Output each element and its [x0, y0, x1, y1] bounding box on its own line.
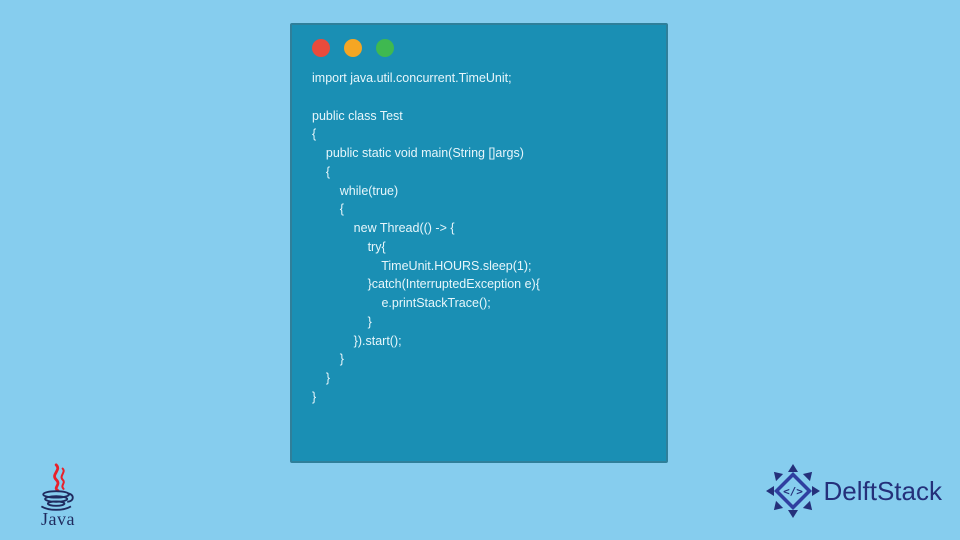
java-logo-label: Java — [28, 509, 88, 530]
svg-text:</>: </> — [783, 485, 803, 498]
page: import java.util.concurrent.TimeUnit; pu… — [0, 0, 960, 540]
delftstack-label: DelftStack — [824, 476, 943, 507]
minimize-icon — [344, 39, 362, 57]
java-logo: Java — [28, 463, 88, 530]
code-window: import java.util.concurrent.TimeUnit; pu… — [290, 23, 668, 463]
close-icon — [312, 39, 330, 57]
java-cup-icon — [36, 463, 80, 511]
code-block: import java.util.concurrent.TimeUnit; pu… — [292, 65, 666, 423]
delftstack-logo: </> DelftStack — [764, 462, 943, 520]
maximize-icon — [376, 39, 394, 57]
delftstack-badge-icon: </> — [764, 462, 822, 520]
window-titlebar — [292, 25, 666, 65]
